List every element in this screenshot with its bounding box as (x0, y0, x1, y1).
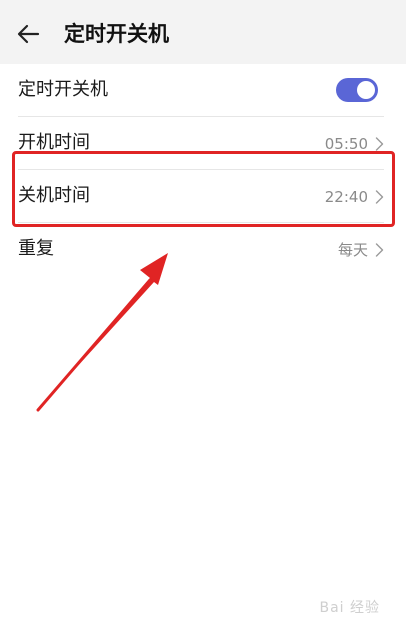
power-on-time-row[interactable]: 开机时间 05:50 (0, 117, 406, 169)
power-on-value: 05:50 (324, 135, 368, 153)
top-app-bar: 定时开关机 (0, 0, 406, 64)
chevron-right-icon (375, 137, 384, 151)
chevron-right-icon (375, 243, 384, 257)
back-button[interactable] (14, 18, 46, 50)
repeat-value: 每天 (337, 241, 368, 259)
watermark: Bai 经验 (319, 600, 380, 616)
settings-screen: 定时开关机 定时开关机 开机时间 05:50 关机时间 22:40 重复 每天 (0, 0, 406, 641)
power-off-label: 关机时间 (18, 185, 90, 206)
auto-power-switch[interactable] (336, 78, 378, 102)
power-off-value: 22:40 (324, 188, 368, 206)
auto-power-label: 定时开关机 (18, 79, 108, 100)
repeat-label: 重复 (18, 238, 54, 259)
page-title: 定时开关机 (64, 22, 169, 46)
switch-knob (357, 81, 375, 99)
power-off-time-row[interactable]: 关机时间 22:40 (0, 170, 406, 222)
back-arrow-icon (17, 24, 40, 44)
repeat-row[interactable]: 重复 每天 (0, 223, 406, 275)
power-on-label: 开机时间 (18, 132, 90, 153)
chevron-right-icon (375, 190, 384, 204)
